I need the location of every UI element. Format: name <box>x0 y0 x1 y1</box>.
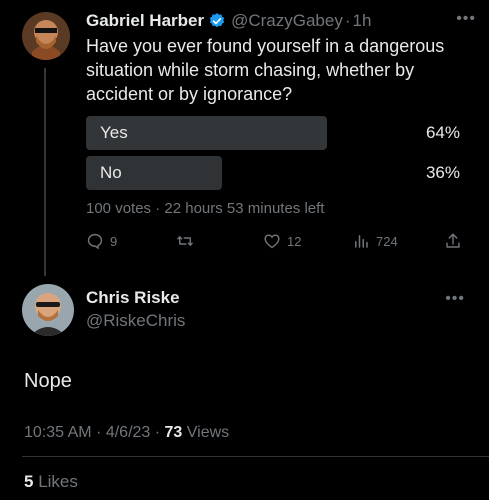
poll-option-no: No 36% <box>86 156 470 190</box>
reply-icon <box>87 233 103 250</box>
tweet-text: Nope <box>24 370 72 392</box>
retweet-icon <box>177 236 193 246</box>
author-name[interactable]: Gabriel Harber <box>86 10 204 32</box>
retweet-button[interactable] <box>176 232 200 250</box>
separator-dot: · <box>344 11 351 30</box>
avatar[interactable] <box>22 12 70 60</box>
tweet-text: Have you ever found yourself in a danger… <box>86 36 445 104</box>
tweet-body: Gabriel Harber @CrazyGabey · 1h ••• Have… <box>86 10 475 217</box>
tweet-header: Gabriel Harber @CrazyGabey · 1h <box>86 10 470 32</box>
views-chart-icon <box>355 235 368 248</box>
author-handle[interactable]: @CrazyGabey <box>231 10 343 32</box>
poll-option-percent: 64% <box>425 123 460 142</box>
views-label: Views <box>182 424 230 441</box>
poll-option-yes: Yes 64% <box>86 116 470 150</box>
share-icon <box>446 233 460 248</box>
views-count: 73 <box>164 424 183 441</box>
poll-option-label: No <box>100 163 122 182</box>
divider <box>22 456 489 457</box>
more-options-icon[interactable]: ••• <box>445 290 465 308</box>
share-button[interactable] <box>444 232 462 250</box>
author-handle[interactable]: @RiskeChris <box>86 311 185 331</box>
poll: Yes 64% No 36% <box>86 116 470 190</box>
tweet-timestamp[interactable]: 10:35 AM · 4/6/23 · <box>24 424 165 441</box>
author-name[interactable]: Chris Riske <box>86 288 180 308</box>
thread-connector-line <box>44 68 46 276</box>
tweet-timestamp-line: 10:35 AM · 4/6/23 · 73 Views <box>24 424 229 442</box>
like-button[interactable]: 12 <box>263 232 301 250</box>
poll-option-percent: 36% <box>425 163 460 182</box>
like-count: 12 <box>287 233 302 249</box>
likes-summary[interactable]: 5 Likes <box>24 472 78 492</box>
poll-meta: 100 votes · 22 hours 53 minutes left <box>86 200 325 217</box>
tweet-actions: 9 12 724 <box>86 232 466 252</box>
heart-icon <box>264 234 280 249</box>
views-button[interactable]: 724 <box>352 232 398 250</box>
reply-count: 9 <box>110 233 118 249</box>
verified-badge-icon <box>208 12 226 30</box>
poll-option-label: Yes <box>100 123 128 142</box>
tweet-time[interactable]: 1h <box>353 10 372 32</box>
more-options-icon[interactable]: ••• <box>456 10 476 28</box>
avatar[interactable] <box>22 284 74 336</box>
views-count: 724 <box>376 233 398 249</box>
likes-label: Likes <box>33 472 78 491</box>
reply-button[interactable]: 9 <box>86 232 117 250</box>
